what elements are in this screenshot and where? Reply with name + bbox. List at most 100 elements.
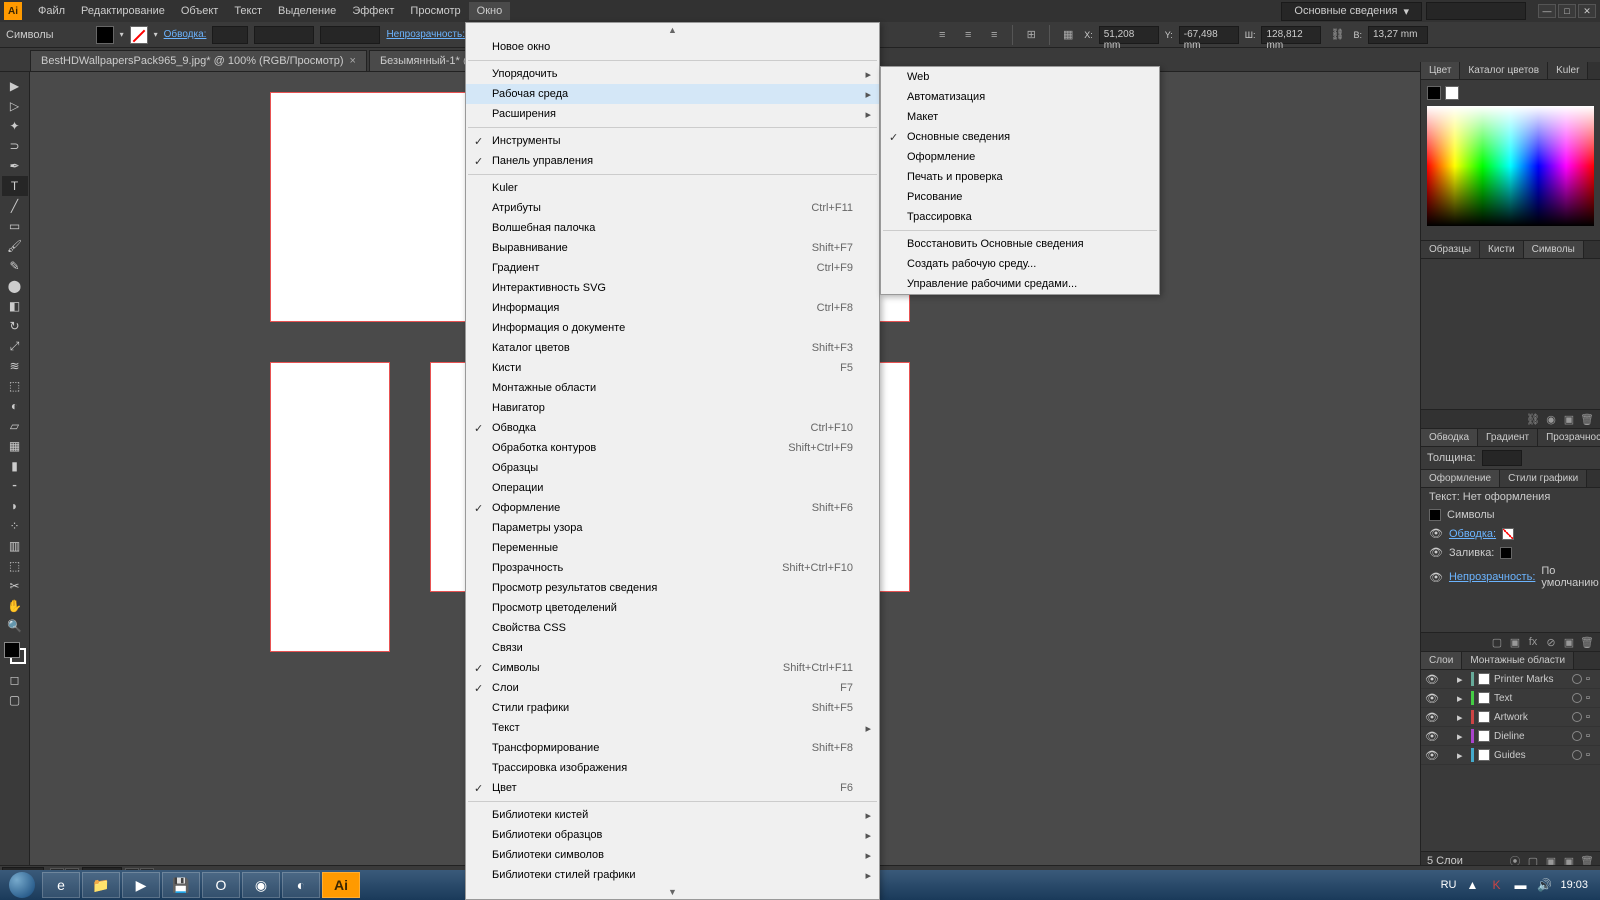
minimize-button[interactable]: — <box>1538 4 1556 18</box>
pencil-tool[interactable]: ✎ <box>2 256 28 276</box>
line-tool[interactable]: ╱ <box>2 196 28 216</box>
new-symbol-icon[interactable]: ▣ <box>1562 412 1576 426</box>
menu-item[interactable]: Трассировка изображения <box>466 758 879 778</box>
free-transform-tool[interactable]: ⬚ <box>2 376 28 396</box>
panel-tab-swatches[interactable]: Образцы <box>1421 241 1480 258</box>
opacity-link[interactable]: Непрозрачность: <box>386 29 465 40</box>
menu-item[interactable]: Параметры узора <box>466 518 879 538</box>
menu-item[interactable]: ПрозрачностьShift+Ctrl+F10 <box>466 558 879 578</box>
menu-item[interactable]: ТрансформированиеShift+F8 <box>466 738 879 758</box>
rotate-tool[interactable]: ↻ <box>2 316 28 336</box>
panel-tab-color[interactable]: Цвет <box>1421 62 1460 79</box>
shape-builder-tool[interactable]: ◐ <box>2 396 28 416</box>
taskbar-save[interactable]: 💾 <box>162 872 200 898</box>
menu-объект[interactable]: Объект <box>173 2 226 20</box>
paintbrush-tool[interactable]: 🖌 <box>2 236 28 256</box>
search-input[interactable] <box>1426 2 1526 20</box>
close-tab-icon[interactable]: × <box>350 55 356 67</box>
menu-текст[interactable]: Текст <box>226 2 270 20</box>
visibility-icon[interactable]: 👁 <box>1425 730 1439 743</box>
tray-volume-icon[interactable]: 🔊 <box>1536 877 1552 893</box>
menu-item[interactable]: Текст <box>466 718 879 738</box>
menu-item[interactable]: ИнформацияCtrl+F8 <box>466 298 879 318</box>
target-icon[interactable] <box>1572 674 1582 684</box>
menu-item[interactable]: СимволыShift+Ctrl+F11 <box>466 658 879 678</box>
menu-item[interactable]: Свойства CSS <box>466 618 879 638</box>
layer-row[interactable]: 👁▸Dieline▫ <box>1421 727 1600 746</box>
artboard-tool[interactable]: ⬚ <box>2 556 28 576</box>
menu-окно[interactable]: Окно <box>469 2 511 20</box>
taskbar-chrome[interactable]: ◉ <box>242 872 280 898</box>
perspective-tool[interactable]: ▱ <box>2 416 28 436</box>
hand-tool[interactable]: ✋ <box>2 596 28 616</box>
selection-tool[interactable]: ▶ <box>2 76 28 96</box>
layer-row[interactable]: 👁▸Artwork▫ <box>1421 708 1600 727</box>
taskbar-app[interactable]: ◐ <box>282 872 320 898</box>
scale-tool[interactable]: ⤢ <box>2 336 28 356</box>
submenu-item[interactable]: Макет <box>881 107 1159 127</box>
stroke-link[interactable]: Обводка: <box>164 29 207 40</box>
stroke-weight-input[interactable] <box>1482 450 1522 466</box>
fill-swatch[interactable] <box>96 26 114 44</box>
menu-item[interactable]: АтрибутыCtrl+F11 <box>466 198 879 218</box>
tray-antivirus-icon[interactable]: K <box>1488 877 1504 893</box>
panel-tab-kuler[interactable]: Kuler <box>1548 62 1588 79</box>
y-field[interactable]: -67,498 mm <box>1179 26 1239 44</box>
isolate-icon[interactable]: ▦ <box>1058 25 1078 45</box>
menu-item[interactable]: Библиотеки символов <box>466 845 879 865</box>
menu-просмотр[interactable]: Просмотр <box>402 2 468 20</box>
menu-item[interactable]: Монтажные области <box>466 378 879 398</box>
panel-tab-layers[interactable]: Слои <box>1421 652 1462 669</box>
menu-item[interactable]: Обработка контуровShift+Ctrl+F9 <box>466 438 879 458</box>
rectangle-tool[interactable]: ▭ <box>2 216 28 236</box>
menu-item[interactable]: Библиотеки образцов <box>466 825 879 845</box>
visibility-icon[interactable]: 👁 <box>1425 692 1439 705</box>
menu-item[interactable]: Образцы <box>466 458 879 478</box>
taskbar-explorer[interactable]: 📁 <box>82 872 120 898</box>
fill-stroke-control[interactable] <box>4 642 26 664</box>
gradient-tool[interactable]: ▮ <box>2 456 28 476</box>
menu-item[interactable]: Стили графикиShift+F5 <box>466 698 879 718</box>
direct-selection-tool[interactable]: ▷ <box>2 96 28 116</box>
layer-row[interactable]: 👁▸Text▫ <box>1421 689 1600 708</box>
pen-tool[interactable]: ✒ <box>2 156 28 176</box>
new-stroke-icon[interactable]: ▣ <box>1508 635 1522 649</box>
menu-item[interactable]: Каталог цветовShift+F3 <box>466 338 879 358</box>
menu-item[interactable]: Рабочая среда <box>466 84 879 104</box>
taskbar-opera[interactable]: O <box>202 872 240 898</box>
menu-item[interactable]: Просмотр результатов сведения <box>466 578 879 598</box>
menu-редактирование[interactable]: Редактирование <box>73 2 173 20</box>
align-center-icon[interactable]: ≡ <box>958 25 978 45</box>
start-button[interactable] <box>4 871 40 899</box>
menu-эффект[interactable]: Эффект <box>344 2 402 20</box>
appearance-item[interactable]: Символы <box>1421 506 1600 524</box>
stroke-color[interactable] <box>1445 86 1459 100</box>
draw-mode[interactable]: ◻ <box>2 670 28 690</box>
type-tool[interactable]: T <box>2 176 28 196</box>
workspace-switcher[interactable]: Основные сведения▾ <box>1281 2 1422 21</box>
panel-tab-symbols[interactable]: Символы <box>1524 241 1584 258</box>
menu-выделение[interactable]: Выделение <box>270 2 344 20</box>
width-tool[interactable]: ≋ <box>2 356 28 376</box>
target-icon[interactable] <box>1572 731 1582 741</box>
brush-def[interactable] <box>320 26 380 44</box>
align-right-icon[interactable]: ≡ <box>984 25 1004 45</box>
submenu-item[interactable]: Рисование <box>881 187 1159 207</box>
lasso-tool[interactable]: ⊃ <box>2 136 28 156</box>
visibility-icon[interactable]: 👁 <box>1425 711 1439 724</box>
menu-item[interactable]: Навигатор <box>466 398 879 418</box>
menu-item[interactable]: Просмотр цветоделений <box>466 598 879 618</box>
stroke-profile[interactable] <box>254 26 314 44</box>
eyedropper-tool[interactable]: ⁃ <box>2 476 28 496</box>
menu-item[interactable]: Библиотеки стилей графики <box>466 865 879 885</box>
panel-tab-gradient[interactable]: Градиент <box>1478 429 1538 446</box>
menu-item[interactable]: Упорядочить <box>466 64 879 84</box>
clear-icon[interactable]: ⊘ <box>1544 635 1558 649</box>
trash-icon[interactable]: 🗑 <box>1580 635 1594 649</box>
w-field[interactable]: 128,812 mm <box>1261 26 1321 44</box>
submenu-item[interactable]: Печать и проверка <box>881 167 1159 187</box>
menu-item[interactable]: Переменные <box>466 538 879 558</box>
scroll-down-icon[interactable]: ▼ <box>466 885 879 899</box>
tray-network-icon[interactable]: ▬ <box>1512 877 1528 893</box>
stroke-weight[interactable] <box>212 26 248 44</box>
